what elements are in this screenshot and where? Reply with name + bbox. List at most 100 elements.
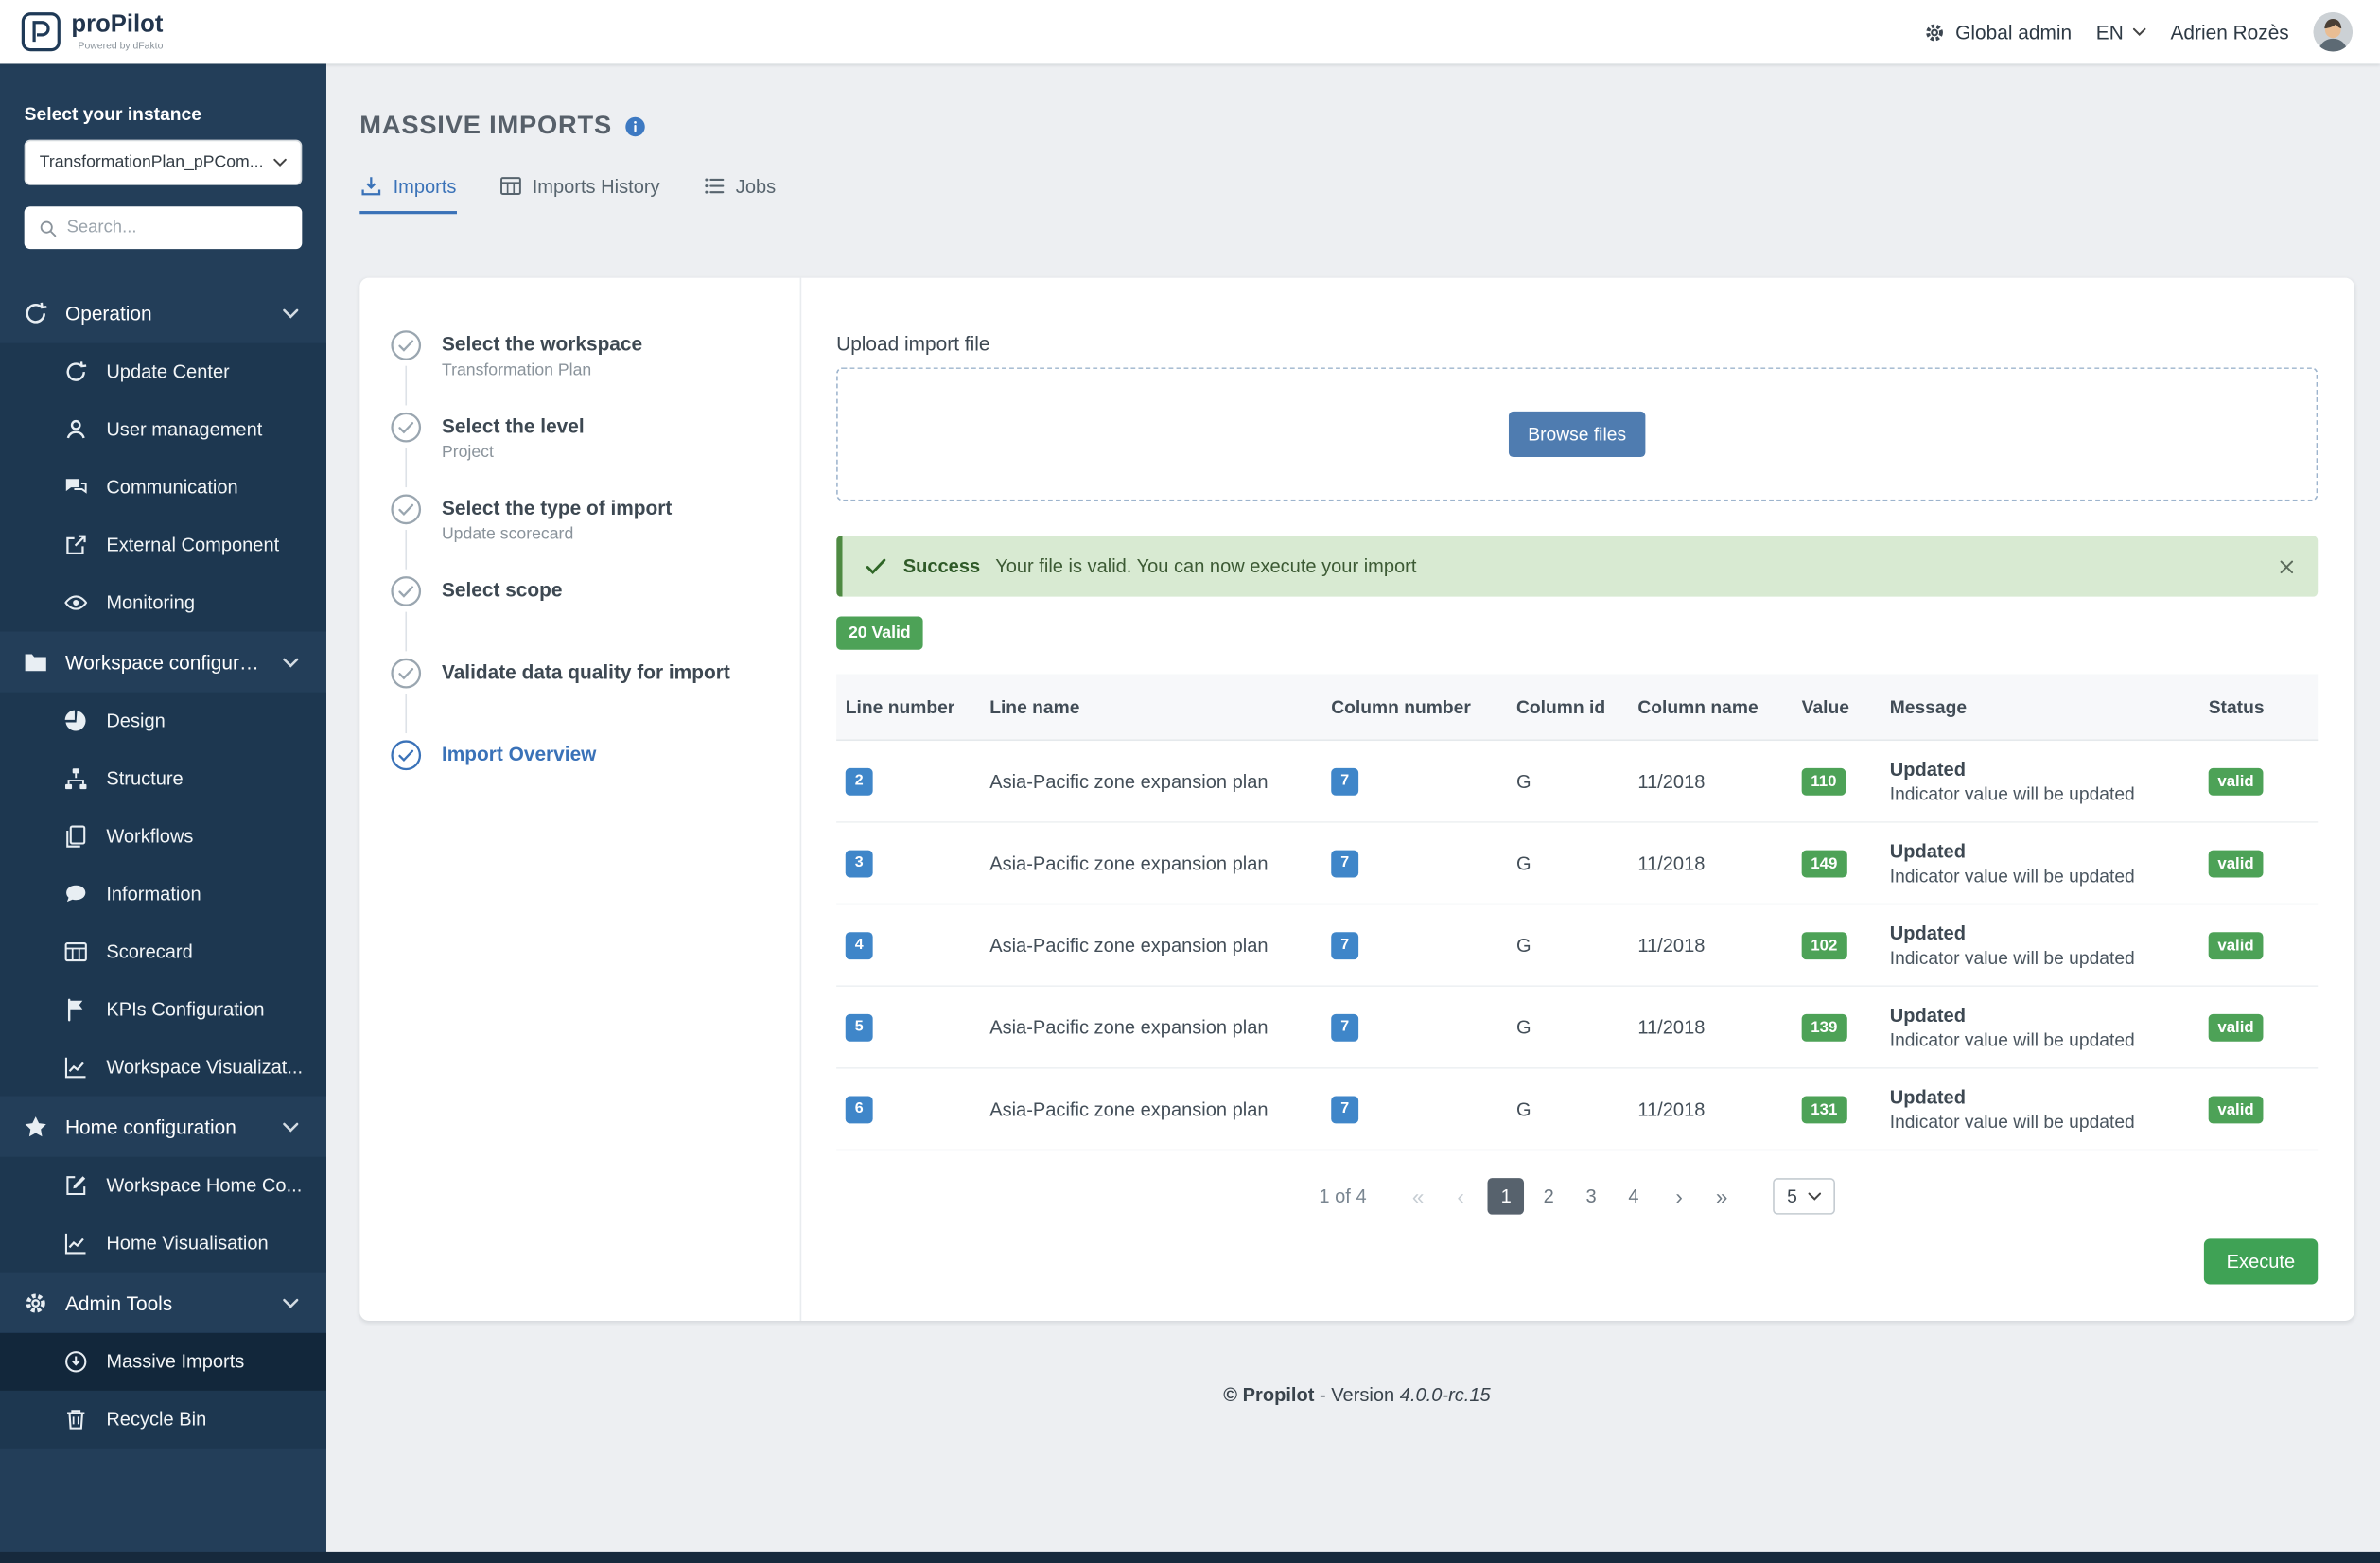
close-icon[interactable] bbox=[2277, 556, 2297, 576]
caret-down-icon bbox=[273, 158, 287, 167]
chevron-down-icon bbox=[278, 1290, 304, 1315]
status-badge: valid bbox=[2209, 1096, 2264, 1123]
footer-version-label: - Version bbox=[1320, 1384, 1394, 1405]
user-name[interactable]: Adrien Rozès bbox=[2171, 21, 2289, 44]
sidebar-item-user-management[interactable]: User management bbox=[0, 401, 326, 459]
step-select-scope[interactable]: Select scope bbox=[390, 575, 763, 658]
message-title: Updated bbox=[1890, 758, 2199, 779]
search-icon bbox=[38, 218, 58, 237]
column-header-line-name: Line name bbox=[981, 696, 1322, 717]
info-icon[interactable] bbox=[624, 114, 647, 137]
value-badge: 139 bbox=[1802, 1013, 1846, 1041]
tab-imports[interactable]: Imports bbox=[359, 175, 456, 215]
browse-files-button[interactable]: Browse files bbox=[1508, 412, 1646, 457]
sidebar-item-label: Recycle Bin bbox=[106, 1409, 206, 1430]
column-header-column-number: Column number bbox=[1322, 696, 1508, 717]
pages-icon bbox=[63, 824, 88, 849]
edit-icon bbox=[63, 1173, 88, 1198]
page-button-4[interactable]: 4 bbox=[1616, 1178, 1653, 1215]
sidebar-item-label: Workspace Home Co... bbox=[106, 1175, 302, 1196]
global-admin-menu[interactable]: Global admin bbox=[1923, 21, 2072, 44]
sidebar-section-home-configuration[interactable]: Home configuration bbox=[0, 1097, 326, 1157]
column-number-badge: 7 bbox=[1331, 931, 1358, 958]
search-input[interactable] bbox=[67, 219, 301, 237]
sidebar-item-external-component[interactable]: External Component bbox=[0, 517, 326, 574]
page-button-2[interactable]: 2 bbox=[1531, 1178, 1567, 1215]
language-selector[interactable]: EN bbox=[2096, 21, 2146, 44]
bottom-bar bbox=[0, 1552, 2380, 1563]
sidebar-item-kpis-configuration[interactable]: KPIs Configuration bbox=[0, 981, 326, 1039]
chevron-down-icon bbox=[278, 300, 304, 325]
avatar[interactable] bbox=[2313, 12, 2353, 52]
page-button-3[interactable]: 3 bbox=[1573, 1178, 1610, 1215]
line-name-cell: Asia-Pacific zone expansion plan bbox=[981, 1098, 1322, 1119]
step-import-overview[interactable]: Import Overview bbox=[390, 739, 763, 821]
message-detail: Indicator value will be updated bbox=[1890, 865, 2199, 886]
file-dropzone[interactable]: Browse files bbox=[836, 367, 2318, 501]
sidebar-item-recycle-bin[interactable]: Recycle Bin bbox=[0, 1391, 326, 1449]
sidebar-item-label: Design bbox=[106, 711, 165, 731]
section-label: Operation bbox=[65, 302, 152, 325]
column-id-cell: G bbox=[1507, 935, 1628, 956]
message-detail: Indicator value will be updated bbox=[1890, 782, 2199, 803]
user-icon bbox=[63, 417, 88, 442]
column-header-column-name: Column name bbox=[1629, 696, 1793, 717]
sidebar-item-massive-imports[interactable]: Massive Imports bbox=[0, 1333, 326, 1391]
section-label: Home configuration bbox=[65, 1115, 236, 1138]
sidebar-item-workspace-visualizat[interactable]: Workspace Visualizat... bbox=[0, 1039, 326, 1097]
sidebar-section-workspace-configuration[interactable]: Workspace configuration bbox=[0, 632, 326, 693]
sidebar-item-label: KPIs Configuration bbox=[106, 999, 264, 1020]
step-validate-data-quality-for-import[interactable]: Validate data quality for import bbox=[390, 658, 763, 740]
check-circle-icon bbox=[390, 329, 422, 361]
trash-icon bbox=[63, 1407, 88, 1431]
sidebar-item-structure[interactable]: Structure bbox=[0, 750, 326, 808]
sidebar-item-information[interactable]: Information bbox=[0, 866, 326, 923]
tab-imports-history[interactable]: Imports History bbox=[499, 175, 659, 215]
sidebar-item-home-visualisation[interactable]: Home Visualisation bbox=[0, 1215, 326, 1273]
tab-label: Jobs bbox=[736, 175, 776, 196]
sidebar-item-scorecard[interactable]: Scorecard bbox=[0, 923, 326, 981]
sidebar-section-operation[interactable]: Operation bbox=[0, 282, 326, 342]
logo-title: proPilot bbox=[71, 13, 163, 38]
page-size-select[interactable]: 5 bbox=[1774, 1178, 1835, 1215]
logo[interactable]: proPilot Powered by dFakto bbox=[21, 12, 163, 52]
step-select-the-level[interactable]: Select the levelProject bbox=[390, 412, 763, 494]
step-select-the-type-of-import[interactable]: Select the type of importUpdate scorecar… bbox=[390, 493, 763, 575]
sidebar-item-design[interactable]: Design bbox=[0, 693, 326, 750]
sidebar-item-label: Monitoring bbox=[106, 592, 195, 613]
message-detail: Indicator value will be updated bbox=[1890, 1111, 2199, 1132]
message-title: Updated bbox=[1890, 1004, 2199, 1025]
alert-message: Your file is valid. You can now execute … bbox=[995, 555, 1416, 576]
external-icon bbox=[63, 533, 88, 557]
pie-icon bbox=[63, 709, 88, 733]
star-icon bbox=[23, 1114, 48, 1139]
sidebar-item-label: Structure bbox=[106, 768, 183, 789]
value-badge: 131 bbox=[1802, 1096, 1846, 1123]
last-page-button[interactable]: » bbox=[1706, 1185, 1737, 1209]
instance-select[interactable]: TransformationPlan_pPCom... bbox=[25, 140, 303, 185]
tab-jobs[interactable]: Jobs bbox=[703, 175, 777, 215]
column-name-cell: 11/2018 bbox=[1629, 1016, 1793, 1037]
sidebar-item-update-center[interactable]: Update Center bbox=[0, 343, 326, 401]
sidebar-item-workspace-home-co[interactable]: Workspace Home Co... bbox=[0, 1157, 326, 1215]
step-title: Select the type of import bbox=[442, 493, 763, 520]
first-page-button[interactable]: « bbox=[1403, 1185, 1433, 1209]
page-title: MASSIVE IMPORTS bbox=[359, 111, 612, 141]
page-button-1[interactable]: 1 bbox=[1488, 1178, 1525, 1215]
step-select-the-workspace[interactable]: Select the workspaceTransformation Plan bbox=[390, 329, 763, 412]
execute-button[interactable]: Execute bbox=[2204, 1238, 2319, 1284]
sidebar-item-label: External Component bbox=[106, 535, 279, 555]
eye-icon bbox=[63, 590, 88, 615]
column-name-cell: 11/2018 bbox=[1629, 852, 1793, 873]
chevron-down-icon bbox=[278, 1114, 304, 1139]
sidebar-section-admin-tools[interactable]: Admin Tools bbox=[0, 1273, 326, 1333]
gear-icon bbox=[1923, 21, 1946, 44]
next-page-button[interactable]: › bbox=[1664, 1185, 1694, 1209]
sidebar-item-workflows[interactable]: Workflows bbox=[0, 808, 326, 866]
sidebar-item-communication[interactable]: Communication bbox=[0, 459, 326, 517]
success-alert: Success Your file is valid. You can now … bbox=[836, 536, 2318, 596]
line-name-cell: Asia-Pacific zone expansion plan bbox=[981, 935, 1322, 956]
prev-page-button[interactable]: ‹ bbox=[1445, 1185, 1476, 1209]
footer-copyright: © Propilot bbox=[1223, 1384, 1314, 1405]
sidebar-item-monitoring[interactable]: Monitoring bbox=[0, 574, 326, 632]
